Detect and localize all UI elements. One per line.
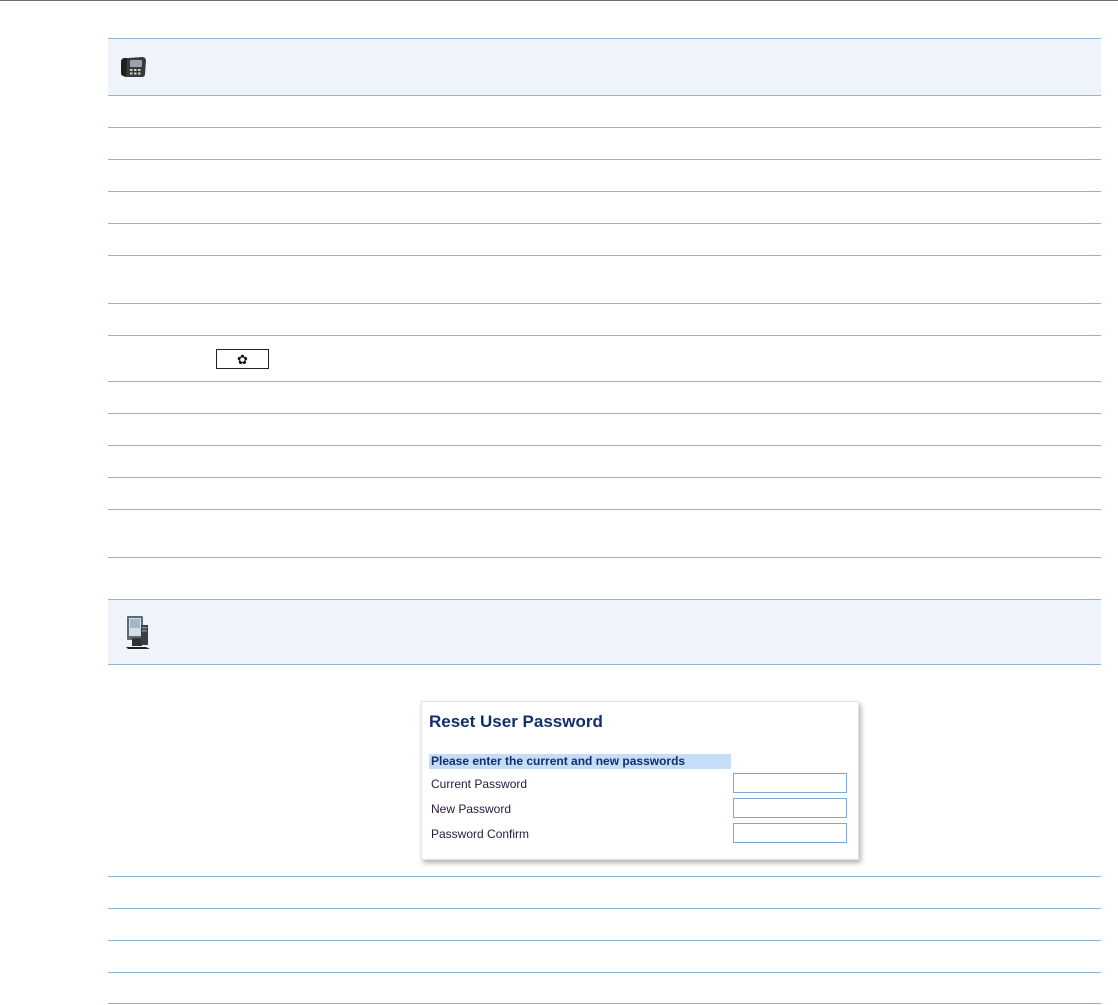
- table-row-divider: [108, 159, 1101, 160]
- settings-key: ✿: [216, 349, 269, 369]
- reset-user-password-screenshot: Reset User Password Please enter the cur…: [421, 701, 859, 860]
- table-row-divider: [108, 413, 1101, 414]
- table-row-divider: [108, 509, 1101, 510]
- document-page: ✿ Reset User Password Please enter the c…: [0, 0, 1118, 1005]
- current-password-label: Current Password: [431, 777, 528, 791]
- new-password-field[interactable]: [733, 798, 847, 818]
- computer-workstation-icon: [124, 614, 154, 655]
- table-row-divider: [108, 876, 1101, 877]
- table-row-divider: [108, 908, 1101, 909]
- table-row-divider: [108, 335, 1101, 336]
- table-row-divider: [108, 940, 1101, 941]
- table-row-divider: [108, 1003, 1101, 1004]
- table-row-divider: [108, 972, 1101, 973]
- password-confirm-field[interactable]: [733, 823, 847, 843]
- table-row-divider: [108, 191, 1101, 192]
- table-row-divider: [108, 255, 1101, 256]
- gear-icon: ✿: [237, 351, 248, 367]
- form-instruction: Please enter the current and new passwor…: [429, 754, 731, 769]
- table-row-divider: [108, 445, 1101, 446]
- table-row-divider: [108, 223, 1101, 224]
- table-row-divider: [108, 557, 1101, 558]
- new-password-label: New Password: [431, 802, 512, 816]
- desk-phone-icon: [120, 55, 148, 84]
- web-ui-section-header: [108, 599, 1101, 665]
- current-password-field[interactable]: [733, 773, 847, 793]
- phone-ui-section-header: [108, 38, 1101, 96]
- form-title: Reset User Password: [429, 712, 603, 731]
- table-row-divider: [108, 303, 1101, 304]
- table-row-divider: [108, 381, 1101, 382]
- table-row-divider: [108, 127, 1101, 128]
- table-row-divider: [108, 477, 1101, 478]
- page-header-rule: [0, 0, 1118, 1]
- password-confirm-label: Password Confirm: [431, 827, 530, 841]
